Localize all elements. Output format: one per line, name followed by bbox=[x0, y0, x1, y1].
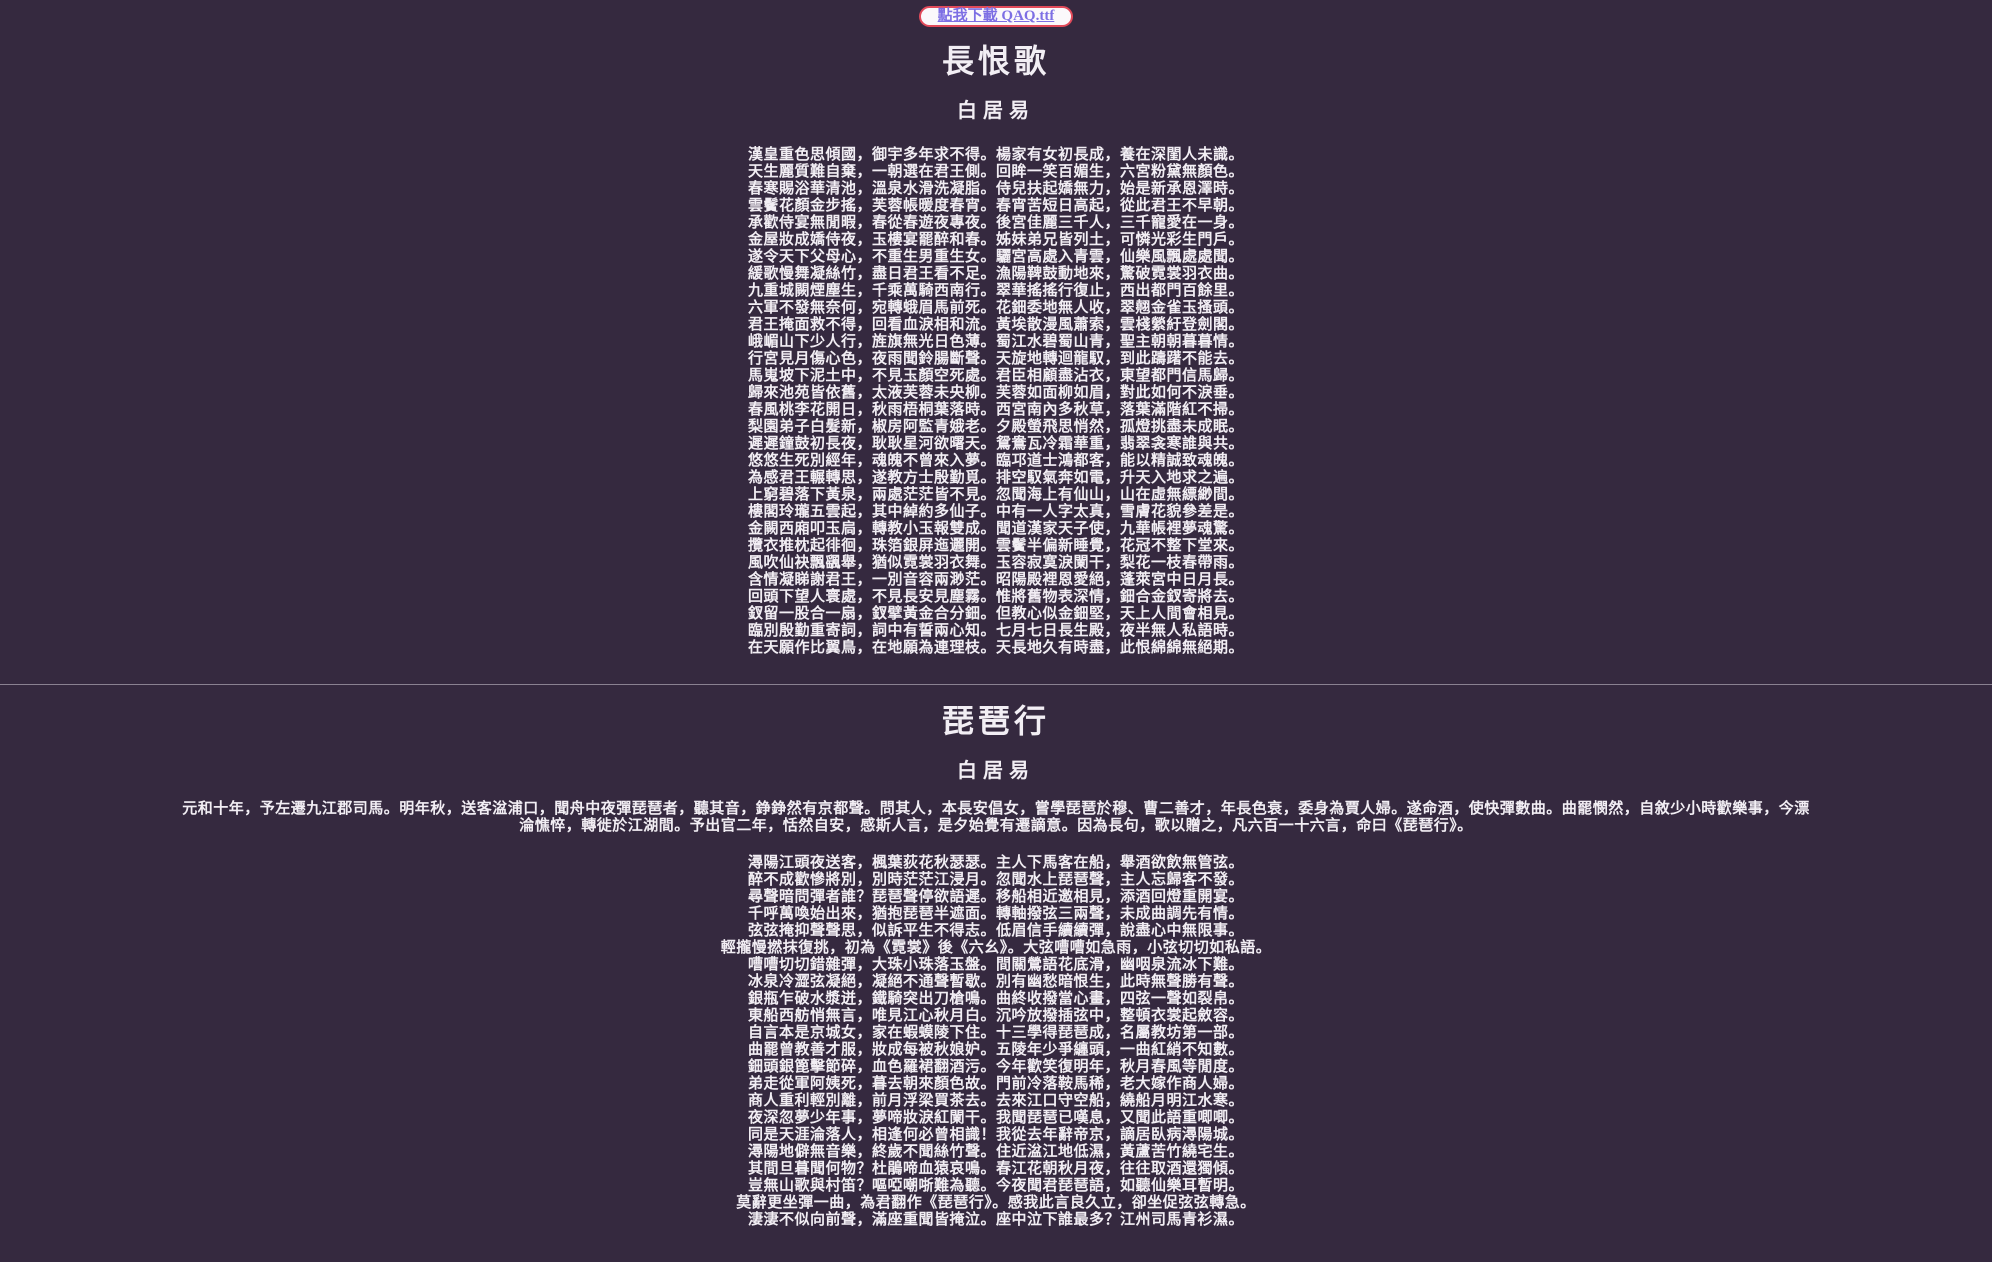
poem-line: 攬衣推枕起徘徊，珠箔銀屏迤邐開。雲鬢半偏新睡覺，花冠不整下堂來。 bbox=[747, 537, 1244, 554]
poem-line: 天生麗質難自棄，一朝選在君王側。回眸一笑百媚生，六宮粉黛無顏色。 bbox=[747, 163, 1244, 180]
poem-line: 冰泉冷澀弦凝絕，凝絕不通聲暫歇。別有幽愁暗恨生，此時無聲勝有聲。 bbox=[747, 973, 1244, 990]
poem-line: 嘈嘈切切錯雜彈，大珠小珠落玉盤。間關鶯語花底滑，幽咽泉流冰下難。 bbox=[747, 956, 1244, 973]
poem-line: 樓閣玲瓏五雲起，其中綽約多仙子。中有一人字太真，雪膚花貌參差是。 bbox=[747, 503, 1244, 520]
poem-line: 歸來池苑皆依舊，太液芙蓉未央柳。芙蓉如面柳如眉，對此如何不淚垂。 bbox=[747, 384, 1244, 401]
poem-title: 琵琶行 bbox=[941, 702, 1050, 740]
poem-line: 回頭下望人寰處，不見長安見塵霧。惟將舊物表深情，鈿合金釵寄將去。 bbox=[747, 588, 1244, 605]
poem-line: 承歡侍宴無閒暇，春從春遊夜專夜。後宮佳麗三千人，三千寵愛在一身。 bbox=[747, 214, 1244, 231]
download-area: 點我下載 QAQ.ttf bbox=[0, 5, 1992, 27]
poem-line: 弟走從軍阿姨死，暮去朝來顏色故。門前冷落鞍馬稀，老大嫁作商人婦。 bbox=[747, 1075, 1244, 1092]
poem-line: 弦弦掩抑聲聲思，似訴平生不得志。低眉信手續續彈，說盡心中無限事。 bbox=[747, 922, 1244, 939]
poem-line: 其間旦暮聞何物？杜鵑啼血猿哀鳴。春江花朝秋月夜，往往取酒還獨傾。 bbox=[747, 1160, 1244, 1177]
poem-line: 遂令天下父母心，不重生男重生女。驪宮高處入青雲，仙樂風飄處處聞。 bbox=[747, 248, 1244, 265]
poem-pipaxing: 琵琶行 白居易 元和十年，予左遷九江郡司馬。明年秋，送客湓浦口，聞舟中夜彈琵琶者… bbox=[0, 702, 1992, 1228]
poem-line: 六軍不發無奈何，宛轉蛾眉馬前死。花鈿委地無人收，翠翹金雀玉搔頭。 bbox=[747, 299, 1244, 316]
poem-title: 長恨歌 bbox=[941, 42, 1050, 80]
page: 點我下載 QAQ.ttf 長恨歌 白居易 漢皇重色思傾國，御宇多年求不得。楊家有… bbox=[0, 0, 1992, 1262]
poem-line: 自言本是京城女，家在蝦蟆陵下住。十三學得琵琶成，名屬教坊第一部。 bbox=[747, 1024, 1244, 1041]
poem-line: 鈿頭銀篦擊節碎，血色羅裙翻酒污。今年歡笑復明年，秋月春風等閒度。 bbox=[747, 1058, 1244, 1075]
poem-line: 漢皇重色思傾國，御宇多年求不得。楊家有女初長成，養在深閨人未識。 bbox=[747, 146, 1244, 163]
poem-line: 夜深忽夢少年事，夢啼妝淚紅闌干。我聞琵琶已嘆息，又聞此語重唧唧。 bbox=[747, 1109, 1244, 1126]
poem-line: 輕攏慢撚抹復挑，初為《霓裳》後《六幺》。大弦嘈嘈如急雨，小弦切切如私語。 bbox=[720, 939, 1272, 956]
poem-line: 東船西舫悄無言，唯見江心秋月白。沉吟放撥插弦中，整頓衣裳起斂容。 bbox=[747, 1007, 1244, 1024]
poem-line: 同是天涯淪落人，相逢何必曾相識！我從去年辭帝京，謫居臥病潯陽城。 bbox=[747, 1126, 1244, 1143]
download-font-button[interactable]: 點我下載 QAQ.ttf bbox=[918, 6, 1074, 27]
poem-line: 金闕西廂叩玉扃，轉教小玉報雙成。聞道漢家天子使，九華帳裡夢魂驚。 bbox=[747, 520, 1244, 537]
poem-line: 雲鬢花顏金步搖，芙蓉帳暖度春宵。春宵苦短日高起，從此君王不早朝。 bbox=[747, 197, 1244, 214]
poem-author: 白居易 bbox=[957, 98, 1035, 122]
poem-line: 莫辭更坐彈一曲，為君翻作《琵琶行》。感我此言良久立，卻坐促弦弦轉急。 bbox=[736, 1194, 1256, 1211]
poem-line: 尋聲暗問彈者誰？琵琶聲停欲語遲。移船相近邀相見，添酒回燈重開宴。 bbox=[747, 888, 1244, 905]
poem-line: 九重城闕煙塵生，千乘萬騎西南行。翠華搖搖行復止，西出都門百餘里。 bbox=[747, 282, 1244, 299]
poem-line: 風吹仙袂飄颻舉，猶似霓裳羽衣舞。玉容寂寞淚闌干，梨花一枝春帶雨。 bbox=[747, 554, 1244, 571]
poem-line: 馬嵬坡下泥土中，不見玉顏空死處。君臣相顧盡沾衣，東望都門信馬歸。 bbox=[747, 367, 1244, 384]
poem-line: 臨別殷勤重寄詞，詞中有誓兩心知。七月七日長生殿，夜半無人私語時。 bbox=[747, 622, 1244, 639]
poem-line: 遲遲鐘鼓初長夜，耿耿星河欲曙天。鴛鴦瓦冷霜華重，翡翠衾寒誰與共。 bbox=[747, 435, 1244, 452]
poem-line: 上窮碧落下黃泉，兩處茫茫皆不見。忽聞海上有仙山，山在虛無縹緲間。 bbox=[747, 486, 1244, 503]
poem-line: 豈無山歌與村笛？嘔啞嘲哳難為聽。今夜聞君琵琶語，如聽仙樂耳暫明。 bbox=[747, 1177, 1244, 1194]
poem-line: 金屋妝成嬌侍夜，玉樓宴罷醉和春。姊妹弟兄皆列土，可憐光彩生門戶。 bbox=[747, 231, 1244, 248]
poem-line: 釵留一股合一扇，釵擘黃金合分鈿。但教心似金鈿堅，天上人間會相見。 bbox=[747, 605, 1244, 622]
poem-changhenge: 長恨歌 白居易 漢皇重色思傾國，御宇多年求不得。楊家有女初長成，養在深閨人未識。… bbox=[0, 42, 1992, 656]
poem-line: 悠悠生死別經年，魂魄不曾來入夢。臨邛道士鴻都客，能以精誠致魂魄。 bbox=[747, 452, 1244, 469]
poem-body: 潯陽江頭夜送客，楓葉荻花秋瑟瑟。主人下馬客在船，舉酒欲飲無管弦。 醉不成歡慘將別，… bbox=[0, 854, 1992, 1228]
poem-body: 漢皇重色思傾國，御宇多年求不得。楊家有女初長成，養在深閨人未識。 天生麗質難自棄，… bbox=[0, 146, 1992, 656]
poem-line: 淒淒不似向前聲，滿座重聞皆掩泣。座中泣下誰最多？江州司馬青衫濕。 bbox=[747, 1211, 1244, 1228]
poem-line: 潯陽江頭夜送客，楓葉荻花秋瑟瑟。主人下馬客在船，舉酒欲飲無管弦。 bbox=[747, 854, 1244, 871]
poem-line: 在天願作比翼鳥，在地願為連理枝。天長地久有時盡，此恨綿綿無絕期。 bbox=[747, 639, 1244, 656]
poem-line: 醉不成歡慘將別，別時茫茫江浸月。忽聞水上琵琶聲，主人忘歸客不發。 bbox=[747, 871, 1244, 888]
poem-line: 行宮見月傷心色，夜雨聞鈴腸斷聲。天旋地轉迴龍馭，到此躊躇不能去。 bbox=[747, 350, 1244, 367]
poem-line: 含情凝睇謝君王，一別音容兩渺茫。昭陽殿裡恩愛絕，蓬萊宮中日月長。 bbox=[747, 571, 1244, 588]
poem-author: 白居易 bbox=[957, 758, 1035, 782]
poem-line: 春寒賜浴華清池，溫泉水滑洗凝脂。侍兒扶起嬌無力，始是新承恩澤時。 bbox=[747, 180, 1244, 197]
poem-line: 為感君王輾轉思，遂教方士殷勤覓。排空馭氣奔如電，升天入地求之遍。 bbox=[747, 469, 1244, 486]
poem-line: 潯陽地僻無音樂，終歲不聞絲竹聲。住近湓江地低濕，黃蘆苦竹繞宅生。 bbox=[747, 1143, 1244, 1160]
poem-line: 春風桃李花開日，秋雨梧桐葉落時。西宮南內多秋草，落葉滿階紅不掃。 bbox=[747, 401, 1244, 418]
poem-preface: 元和十年，予左遷九江郡司馬。明年秋，送客湓浦口，聞舟中夜彈琵琶者，聽其音，錚錚然… bbox=[182, 799, 1810, 834]
poem-line: 峨嵋山下少人行，旌旗無光日色薄。蜀江水碧蜀山青，聖主朝朝暮暮情。 bbox=[747, 333, 1244, 350]
poem-line: 梨園弟子白髮新，椒房阿監青娥老。夕殿螢飛思悄然，孤燈挑盡未成眠。 bbox=[747, 418, 1244, 435]
poem-line: 千呼萬喚始出來，猶抱琵琶半遮面。轉軸撥弦三兩聲，未成曲調先有情。 bbox=[747, 905, 1244, 922]
section-divider bbox=[0, 684, 1992, 685]
poem-line: 君王掩面救不得，回看血淚相和流。黃埃散漫風蕭索，雲棧縈紆登劍閣。 bbox=[747, 316, 1244, 333]
poem-line: 商人重利輕別離，前月浮梁買茶去。去來江口守空船，繞船月明江水寒。 bbox=[747, 1092, 1244, 1109]
poem-line: 緩歌慢舞凝絲竹，盡日君王看不足。漁陽鞞鼓動地來，驚破霓裳羽衣曲。 bbox=[747, 265, 1244, 282]
poem-line: 銀瓶乍破水漿迸，鐵騎突出刀槍鳴。曲終收撥當心畫，四弦一聲如裂帛。 bbox=[747, 990, 1244, 1007]
poem-line: 曲罷曾教善才服，妝成每被秋娘妒。五陵年少爭纏頭，一曲紅綃不知數。 bbox=[747, 1041, 1244, 1058]
